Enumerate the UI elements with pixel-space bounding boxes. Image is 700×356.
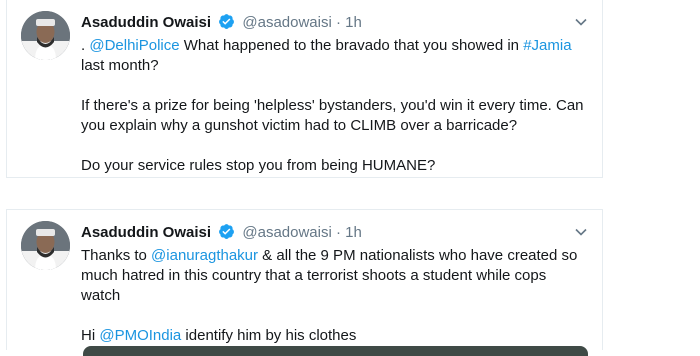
text-line: last month? — [81, 57, 159, 74]
chevron-down-icon[interactable] — [574, 15, 588, 29]
author-name[interactable]: Asaduddin Owaisi — [81, 224, 211, 241]
author-handle[interactable]: @asadowaisi — [242, 224, 331, 241]
timestamp[interactable]: 1h — [345, 224, 362, 241]
divider — [0, 178, 700, 209]
text-fragment: identify him by his clothes — [181, 327, 357, 344]
avatar[interactable] — [21, 11, 70, 60]
tweet-header: Asaduddin Owaisi @asadowaisi · 1h — [81, 223, 581, 243]
text-fragment: & all the 9 PM nationalists who have cre… — [258, 247, 578, 264]
verified-badge-icon — [219, 224, 235, 239]
tweet-text: . @DelhiPolice What happened to the brav… — [81, 36, 591, 176]
text-line: watch — [81, 287, 121, 304]
text-line: much hatred in this country that a terro… — [81, 267, 547, 284]
mention-link[interactable]: @ianuragthakur — [151, 247, 258, 264]
separator-dot: · — [335, 14, 341, 31]
avatar[interactable] — [21, 221, 70, 270]
tweet-text: Thanks to @ianuragthakur & all the 9 PM … — [81, 246, 591, 346]
text-fragment: Hi — [81, 327, 100, 344]
tweet-card[interactable]: Asaduddin Owaisi @asadowaisi · 1h . @Del… — [6, 0, 603, 178]
text-line: Hi @PMOIndia identify him by his clothes — [81, 326, 591, 346]
separator-dot: · — [335, 224, 341, 241]
hashtag-link[interactable]: #Jamia — [523, 37, 571, 54]
text-line: you explain why a gunshot victim had to … — [81, 117, 518, 134]
text-fragment: Thanks to — [81, 247, 152, 264]
mention-link[interactable]: @PMOIndia — [99, 327, 181, 344]
mention-link[interactable]: @DelhiPolice — [89, 37, 179, 54]
tweet-card[interactable]: Asaduddin Owaisi @asadowaisi · 1h Thanks… — [6, 209, 603, 356]
text-line: Thanks to @ianuragthakur & all the 9 PM … — [81, 246, 591, 266]
media-preview[interactable] — [83, 346, 588, 356]
chevron-down-icon[interactable] — [574, 225, 588, 239]
timestamp[interactable]: 1h — [345, 14, 362, 31]
tweet-header: Asaduddin Owaisi @asadowaisi · 1h — [81, 13, 581, 33]
author-name[interactable]: Asaduddin Owaisi — [81, 14, 211, 31]
text-line: Do your service rules stop you from bein… — [81, 157, 436, 174]
author-handle[interactable]: @asadowaisi — [242, 14, 331, 31]
text-fragment: What happened to the bravado that you sh… — [179, 37, 524, 54]
verified-badge-icon — [219, 14, 235, 29]
text-line: If there's a prize for being 'helpless' … — [81, 97, 584, 114]
text-line: . @DelhiPolice What happened to the brav… — [81, 36, 591, 56]
